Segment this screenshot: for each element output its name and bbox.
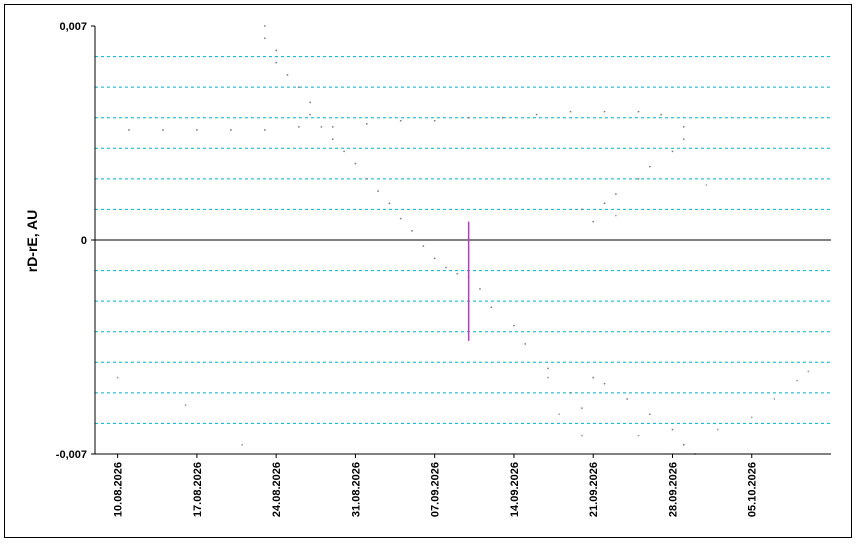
data-point xyxy=(671,150,674,153)
data-point xyxy=(377,190,379,192)
data-point xyxy=(354,162,357,165)
x-ticks: 10.08.2026 17.08.2026 24.08.2026 31.08.2026… xyxy=(113,454,759,517)
data-point xyxy=(569,391,572,394)
data-point xyxy=(614,214,617,217)
data-point xyxy=(297,125,300,128)
data-point xyxy=(716,428,719,431)
data-point xyxy=(184,404,187,406)
x-tick-label: 21.09.2026 xyxy=(588,462,600,517)
data-point xyxy=(648,165,651,168)
y-tick-label: 0 xyxy=(81,235,87,247)
y-axis-label: rD-rE, AU xyxy=(24,210,40,273)
y-ticks: 0,007 0 -0,007 xyxy=(56,21,95,461)
chart-frame: 0,007 0 -0,007 10.08.2026 17.08.2026 24.08.2… xyxy=(4,4,852,538)
x-tick-label: 17.08.2026 xyxy=(192,462,204,517)
data-point xyxy=(682,125,685,128)
x-tick-label: 10.08.2026 xyxy=(113,462,125,517)
data-point xyxy=(682,138,685,141)
data-point xyxy=(614,193,617,196)
data-point xyxy=(411,229,413,232)
data-point xyxy=(365,177,368,180)
data-point xyxy=(320,125,323,128)
data-point xyxy=(433,119,436,122)
data-point xyxy=(275,49,278,52)
data-point xyxy=(422,245,425,248)
data-point xyxy=(343,150,346,153)
data-point xyxy=(445,266,447,269)
data-point xyxy=(162,129,164,131)
data-point xyxy=(479,288,481,290)
data-point xyxy=(263,129,266,131)
data-point xyxy=(388,202,391,205)
data-point xyxy=(603,382,606,385)
x-tick-label: 24.08.2026 xyxy=(271,462,283,517)
data-point xyxy=(467,116,470,119)
data-point xyxy=(671,428,674,431)
data-point xyxy=(433,257,436,260)
data-point xyxy=(637,177,640,180)
data-point xyxy=(626,398,629,400)
data-point xyxy=(603,202,606,205)
data-point xyxy=(750,416,753,419)
data-point xyxy=(116,376,119,379)
data-point xyxy=(580,208,583,211)
y-tick-label: 0,007 xyxy=(59,21,87,33)
data-point xyxy=(682,443,685,446)
data-point xyxy=(592,220,595,223)
x-tick-label: 28.09.2026 xyxy=(667,462,679,517)
data-point xyxy=(773,398,776,400)
data-point xyxy=(456,272,459,275)
data-point xyxy=(569,110,572,113)
data-point xyxy=(263,25,266,27)
data-point xyxy=(637,110,640,113)
data-point xyxy=(263,37,266,40)
data-point xyxy=(331,138,334,141)
data-point xyxy=(547,367,549,370)
data-point xyxy=(603,110,606,113)
data-point xyxy=(275,61,278,64)
data-point xyxy=(399,217,402,220)
data-point xyxy=(128,129,130,131)
data-point xyxy=(501,116,504,119)
data-point xyxy=(490,306,493,309)
y-tick-label: -0,007 xyxy=(56,449,87,461)
data-point xyxy=(309,113,312,116)
data-point xyxy=(580,407,583,410)
data-point xyxy=(365,122,368,125)
data-point xyxy=(705,184,708,186)
data-point xyxy=(535,113,538,116)
x-tick-label: 31.08.2026 xyxy=(350,462,362,517)
data-point xyxy=(807,370,810,373)
data-point xyxy=(286,74,289,76)
data-point xyxy=(297,86,300,89)
data-point xyxy=(558,413,561,416)
data-point xyxy=(796,379,798,382)
data-point xyxy=(309,101,312,104)
data-point xyxy=(513,324,515,327)
data-point xyxy=(399,119,402,122)
data-point xyxy=(580,434,583,437)
data-point xyxy=(196,129,198,131)
data-point xyxy=(592,376,595,379)
data-point xyxy=(547,376,549,379)
x-tick-label: 14.09.2026 xyxy=(509,462,521,517)
data-point xyxy=(524,343,527,345)
data-point xyxy=(229,129,232,131)
x-tick-label: 05.10.2026 xyxy=(747,462,759,517)
data-point xyxy=(637,434,640,437)
data-point xyxy=(331,125,334,128)
chart-svg: 0,007 0 -0,007 10.08.2026 17.08.2026 24.08.2… xyxy=(24,21,831,517)
data-point xyxy=(241,443,244,446)
data-point xyxy=(648,413,651,416)
data-point xyxy=(660,113,663,116)
x-tick-label: 07.09.2026 xyxy=(430,462,442,517)
